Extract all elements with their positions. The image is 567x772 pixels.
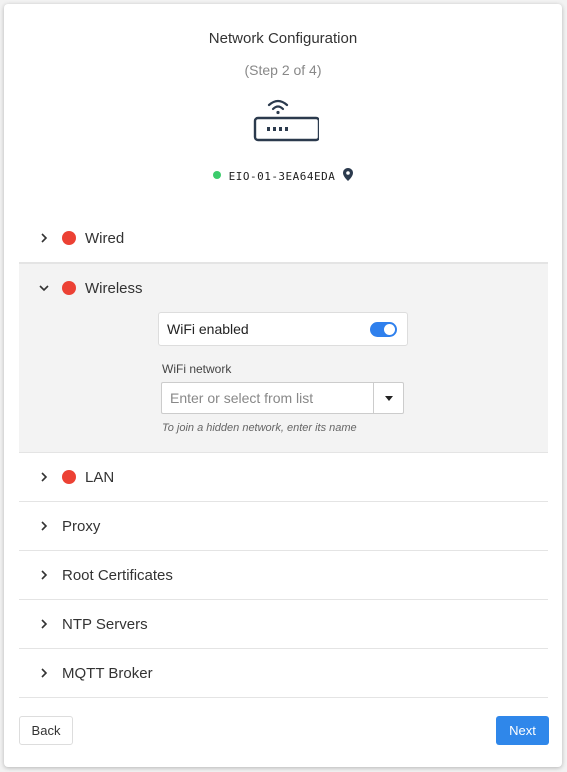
device-status-dot (212, 171, 221, 179)
page-title: Network Configuration (208, 30, 358, 47)
wifi-network-dropdown-button[interactable] (373, 382, 404, 414)
chevron-right-icon (38, 232, 50, 244)
section-root-certificates-header[interactable]: Root Certificates (19, 551, 548, 599)
section-label: Wired (85, 229, 125, 247)
wifi-enabled-label: WiFi enabled (167, 321, 249, 337)
section-proxy-header[interactable]: Proxy (19, 502, 548, 550)
step-indicator: (Step 2 of 4) (244, 62, 322, 78)
section-mqtt-broker: MQTT Broker (19, 649, 548, 698)
caret-down-icon (384, 395, 393, 401)
router-icon (253, 99, 319, 142)
section-wireless: Wireless WiFi enabled WiFi network To jo… (19, 263, 548, 453)
wifi-network-input[interactable] (161, 382, 374, 414)
wifi-network-label: WiFi network (162, 362, 232, 376)
device-name: EIO-01-3EA64EDA (228, 170, 336, 183)
device-info: EIO-01-3EA64EDA (4, 168, 562, 184)
error-status-dot (62, 470, 76, 484)
chevron-right-icon (38, 471, 50, 483)
config-card: Network Configuration (Step 2 of 4) EIO-… (4, 4, 562, 767)
section-lan-header[interactable]: LAN (19, 453, 548, 501)
section-label: MQTT Broker (62, 664, 153, 682)
wifi-enabled-row: WiFi enabled (158, 312, 408, 346)
section-label: LAN (85, 468, 115, 486)
chevron-right-icon (38, 618, 50, 630)
section-proxy: Proxy (19, 502, 548, 551)
next-button[interactable]: Next (496, 716, 549, 745)
section-label: Proxy (62, 517, 101, 535)
section-label: Wireless (85, 279, 143, 297)
section-wired: Wired (19, 214, 548, 263)
wifi-enabled-toggle[interactable] (370, 322, 397, 337)
chevron-right-icon (38, 520, 50, 532)
chevron-right-icon (38, 569, 50, 581)
chevron-down-icon (38, 282, 50, 294)
section-label: Root Certificates (62, 566, 173, 584)
section-mqtt-broker-header[interactable]: MQTT Broker (19, 649, 548, 697)
map-pin-icon[interactable] (343, 168, 354, 184)
section-lan: LAN (19, 453, 548, 502)
section-label: NTP Servers (62, 615, 148, 633)
error-status-dot (62, 231, 76, 245)
back-button[interactable]: Back (19, 716, 73, 745)
wireless-panel: WiFi enabled WiFi network To join a hidd… (19, 312, 548, 452)
error-status-dot (62, 281, 76, 295)
section-wireless-header[interactable]: Wireless (19, 264, 548, 312)
section-root-certificates: Root Certificates (19, 551, 548, 600)
chevron-right-icon (38, 667, 50, 679)
wifi-network-hint: To join a hidden network, enter its name (162, 422, 357, 434)
section-wired-header[interactable]: Wired (19, 214, 548, 262)
section-ntp-servers: NTP Servers (19, 600, 548, 649)
config-sections: Wired Wireless WiFi enabled WiFi network (19, 214, 548, 698)
section-ntp-servers-header[interactable]: NTP Servers (19, 600, 548, 648)
wifi-network-combo (161, 382, 404, 414)
